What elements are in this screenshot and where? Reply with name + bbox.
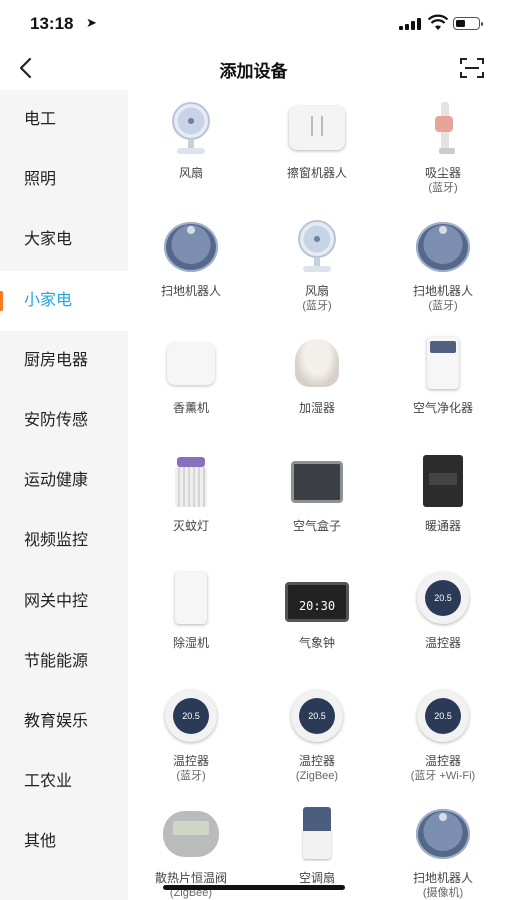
device-tile[interactable]: 20.5 温控器 (蓝牙 +Wi-Fi) <box>380 678 506 783</box>
air-box-icon <box>285 453 349 511</box>
weather-clock-icon: 20:30 <box>285 570 349 628</box>
device-tile[interactable]: 加湿器 <box>254 325 380 416</box>
sidebar-item-11[interactable]: 工农业 <box>0 752 128 812</box>
device-tile[interactable]: 扫地机器人 (摄像机) <box>380 795 506 900</box>
device-label: 擦窗机器人 <box>286 166 347 180</box>
device-sublabel: (ZigBee) <box>295 769 339 782</box>
device-label: 灭蚊灯 <box>172 518 209 533</box>
device-tile[interactable]: 灭蚊灯 <box>128 443 254 534</box>
thermostat-icon: 20.5 <box>285 688 349 746</box>
device-label: 除湿机 <box>172 636 209 650</box>
device-tile[interactable]: 风扇 <box>128 90 254 181</box>
sidebar-item-4[interactable]: 厨房电器 <box>0 331 128 391</box>
device-tile[interactable]: 空调扇 <box>254 795 380 886</box>
sidebar-item-0[interactable]: 电工 <box>0 90 128 150</box>
device-tile[interactable]: 擦窗机器人 <box>254 90 380 181</box>
device-label: 吸尘器 <box>424 166 461 180</box>
device-label: 温控器 <box>424 636 461 650</box>
sidebar-item-7[interactable]: 视频监控 <box>0 511 128 571</box>
device-label: 温控器 <box>172 753 209 768</box>
fan-icon <box>285 218 349 276</box>
device-label: 温控器 <box>424 753 461 768</box>
device-grid: 风扇 擦窗机器人 吸尘器 (蓝牙) 扫地机器人 风扇 (蓝牙) 扫地机器人 (蓝牙) 香薰机 加湿器… <box>128 90 507 900</box>
device-tile[interactable]: 20:30 气象钟 <box>254 560 380 651</box>
vacuum-icon <box>411 100 475 158</box>
device-tile[interactable]: 香薰机 <box>128 325 254 416</box>
sidebar-item-12[interactable]: 其他 <box>0 812 128 872</box>
device-tile[interactable]: 暖通器 <box>380 443 506 534</box>
robot-vacuum-icon <box>411 218 475 276</box>
fan-icon <box>159 100 223 158</box>
device-sublabel: (蓝牙) <box>176 769 206 782</box>
home-indicator <box>163 885 345 890</box>
device-sublabel: (蓝牙) <box>302 299 332 312</box>
device-label: 风扇 <box>304 283 329 298</box>
device-label: 空气净化器 <box>412 401 473 415</box>
device-label: 加湿器 <box>298 401 335 415</box>
sidebar-item-3[interactable]: 小家电 <box>0 270 128 331</box>
mosquito-lamp-icon <box>159 453 223 511</box>
device-label: 空气盒子 <box>292 518 341 533</box>
status-bar: 13:18 ➤ <box>0 0 507 46</box>
status-time: 13:18 <box>30 14 74 33</box>
device-label: 扫地机器人 <box>160 283 221 298</box>
sidebar-item-9[interactable]: 节能能源 <box>0 632 128 692</box>
device-label: 风扇 <box>178 166 203 180</box>
device-label: 气象钟 <box>298 636 335 650</box>
device-tile[interactable]: 扫地机器人 (蓝牙) <box>380 208 506 313</box>
air-cooler-icon <box>285 805 349 863</box>
sidebar-item-2[interactable]: 大家电 <box>0 210 128 270</box>
battery-icon <box>453 17 483 30</box>
hvac-icon <box>411 453 475 511</box>
humidifier-icon <box>285 335 349 393</box>
device-label: 扫地机器人 <box>412 871 473 885</box>
radiator-valve-icon <box>159 805 223 863</box>
air-purifier-icon <box>411 335 475 393</box>
device-label: 温控器 <box>298 753 335 768</box>
aroma-diffuser-icon <box>159 335 223 393</box>
device-tile[interactable]: 空气净化器 <box>380 325 506 416</box>
device-label: 空调扇 <box>298 871 335 885</box>
page-title: 添加设备 <box>219 62 288 81</box>
sidebar-item-1[interactable]: 照明 <box>0 150 128 210</box>
device-label: 扫地机器人 <box>412 283 473 298</box>
device-sublabel: (蓝牙 +Wi-Fi) <box>410 769 476 782</box>
sidebar-item-8[interactable]: 网关中控 <box>0 572 128 632</box>
sidebar-item-10[interactable]: 教育娱乐 <box>0 692 128 752</box>
cellular-signal-icon <box>399 18 423 30</box>
device-sublabel: (蓝牙) <box>428 299 458 312</box>
device-tile[interactable]: 风扇 (蓝牙) <box>254 208 380 313</box>
scan-icon[interactable] <box>458 56 486 80</box>
location-arrow-icon: ➤ <box>86 15 97 30</box>
device-sublabel: (摄像机) <box>422 887 464 899</box>
dehumidifier-icon <box>159 570 223 628</box>
sidebar-item-5[interactable]: 安防传感 <box>0 391 128 451</box>
device-tile[interactable]: 空气盒子 <box>254 443 380 534</box>
device-sublabel: (蓝牙) <box>428 182 458 194</box>
category-sidebar: 电工 照明 大家电 小家电 厨房电器 安防传感 运动健康 视频监控 网关中控 节能能源 教育娱乐 工农… <box>0 90 128 900</box>
device-tile[interactable]: 20.5 温控器 (蓝牙) <box>128 678 254 783</box>
nav-bar: 添加设备 <box>0 46 507 90</box>
device-tile[interactable]: 20.5 温控器 <box>380 560 506 651</box>
thermostat-icon: 20.5 <box>411 688 475 746</box>
device-tile[interactable]: 20.5 温控器 (ZigBee) <box>254 678 380 783</box>
sidebar-item-6[interactable]: 运动健康 <box>0 451 128 511</box>
device-label: 香薰机 <box>172 401 209 415</box>
device-tile[interactable]: 扫地机器人 <box>128 208 254 299</box>
window-robot-icon <box>285 100 349 158</box>
device-tile[interactable]: 吸尘器 (蓝牙) <box>380 90 506 195</box>
thermostat-icon: 20.5 <box>411 570 475 628</box>
wifi-icon <box>428 14 448 30</box>
robot-vacuum-icon <box>159 218 223 276</box>
device-label: 暖通器 <box>424 518 461 533</box>
robot-vacuum-icon <box>411 805 475 863</box>
thermostat-icon: 20.5 <box>159 688 223 746</box>
device-label: 散热片恒温阀 <box>154 871 227 885</box>
device-tile[interactable]: 除湿机 <box>128 560 254 651</box>
